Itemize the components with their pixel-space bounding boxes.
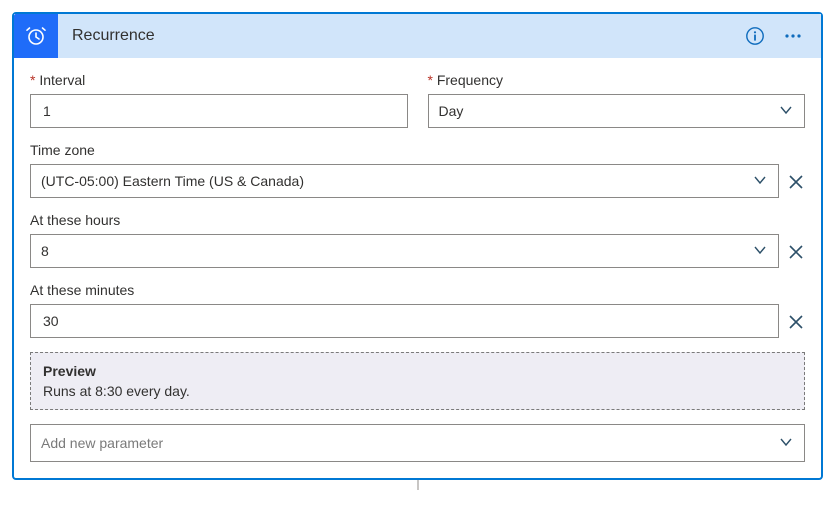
add-parameter-select[interactable]: Add new parameter	[30, 424, 805, 462]
timezone-select[interactable]: (UTC-05:00) Eastern Time (US & Canada)	[30, 164, 779, 198]
chevron-down-icon	[752, 172, 768, 191]
chevron-down-icon	[778, 434, 794, 453]
frequency-value: Day	[439, 103, 464, 119]
remove-timezone-button[interactable]	[787, 173, 805, 194]
hours-select[interactable]: 8	[30, 234, 779, 268]
hours-value: 8	[41, 243, 49, 259]
frequency-select[interactable]: Day	[428, 94, 806, 128]
interval-label: Interval	[30, 72, 408, 88]
minutes-input[interactable]	[30, 304, 779, 338]
interval-input[interactable]	[30, 94, 408, 128]
timezone-label: Time zone	[30, 142, 779, 158]
timezone-field: Time zone (UTC-05:00) Eastern Time (US &…	[30, 142, 779, 198]
more-icon[interactable]	[779, 22, 807, 50]
frequency-label: Frequency	[428, 72, 806, 88]
card-header: Recurrence	[14, 14, 821, 58]
minutes-label: At these minutes	[30, 282, 779, 298]
remove-minutes-button[interactable]	[787, 313, 805, 334]
interval-input-text[interactable]	[41, 102, 397, 120]
connector-stub	[12, 480, 823, 490]
recurrence-card: Recurrence Interval	[12, 12, 823, 480]
minutes-field: At these minutes	[30, 282, 779, 338]
timezone-value: (UTC-05:00) Eastern Time (US & Canada)	[41, 173, 304, 189]
info-icon[interactable]	[741, 22, 769, 50]
hours-field: At these hours 8	[30, 212, 779, 268]
card-title: Recurrence	[58, 27, 741, 45]
interval-field: Interval	[30, 72, 408, 128]
preview-box: Preview Runs at 8:30 every day.	[30, 352, 805, 410]
chevron-down-icon	[752, 242, 768, 261]
preview-text: Runs at 8:30 every day.	[43, 383, 792, 399]
minutes-input-text[interactable]	[41, 312, 768, 330]
remove-hours-button[interactable]	[787, 243, 805, 264]
clock-icon	[14, 14, 58, 58]
add-parameter-placeholder: Add new parameter	[41, 435, 163, 451]
hours-label: At these hours	[30, 212, 779, 228]
frequency-field: Frequency Day	[428, 72, 806, 128]
card-body: Interval Frequency Day Time zone (	[14, 58, 821, 478]
preview-title: Preview	[43, 363, 792, 379]
chevron-down-icon	[778, 102, 794, 121]
